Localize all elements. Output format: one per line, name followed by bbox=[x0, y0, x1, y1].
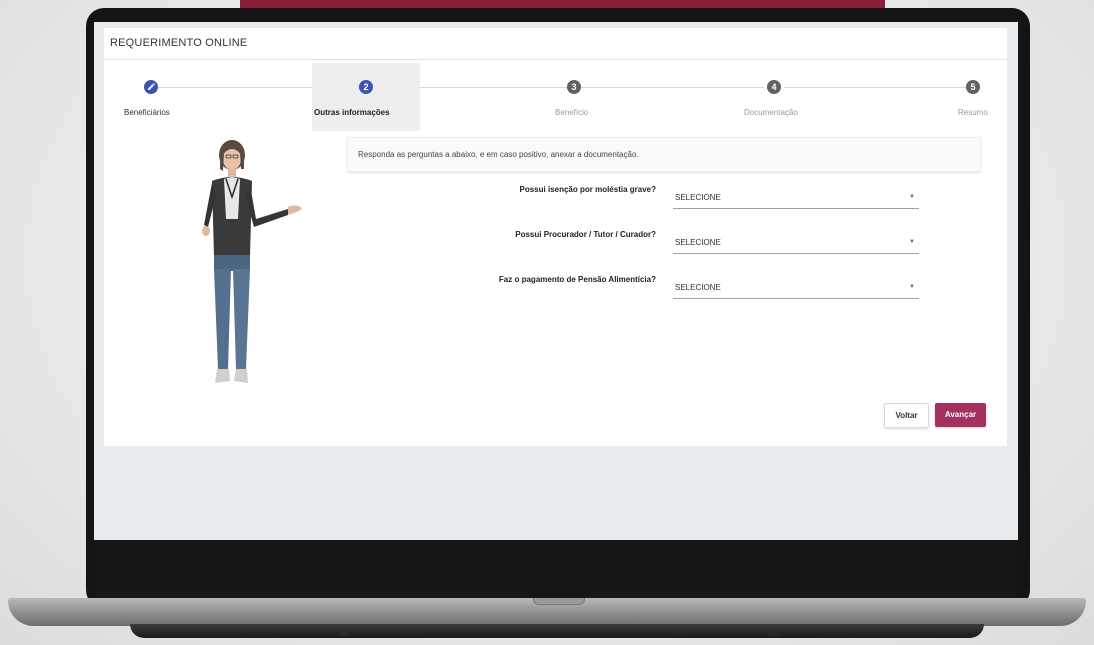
caret-down-icon: ▼ bbox=[909, 239, 915, 245]
screen-bezel-bottom bbox=[94, 540, 1018, 598]
caret-down-icon: ▼ bbox=[909, 284, 915, 290]
laptop-notch bbox=[533, 598, 585, 605]
step-beneficio[interactable]: 3 Benefício bbox=[534, 63, 614, 131]
step-number: 4 bbox=[767, 80, 781, 94]
step-number: 5 bbox=[966, 80, 980, 94]
molestia-select[interactable]: SELECIONE ▼ bbox=[673, 188, 919, 209]
back-button[interactable]: Voltar bbox=[884, 403, 929, 428]
page-title: REQUERIMENTO ONLINE bbox=[110, 37, 248, 49]
pensao-select[interactable]: SELECIONE ▼ bbox=[673, 278, 919, 299]
laptop-screen: REQUERIMENTO ONLINE Beneficiários 2 Outr… bbox=[94, 22, 1018, 540]
laptop-foot bbox=[768, 632, 778, 636]
step-documentacao[interactable]: 4 Documentação bbox=[734, 63, 814, 131]
select-value: SELECIONE bbox=[675, 238, 721, 247]
step-label: Outras informações bbox=[314, 108, 390, 117]
step-label: Beneficiários bbox=[124, 108, 170, 117]
laptop-base-shadow bbox=[130, 624, 984, 638]
question-procurador-label: Possui Procurador / Tutor / Curador? bbox=[515, 230, 656, 239]
laptop-foot bbox=[338, 632, 348, 636]
pencil-icon bbox=[144, 80, 158, 94]
step-number: 2 bbox=[359, 80, 373, 94]
step-outras-informacoes[interactable]: 2 Outras informações bbox=[312, 63, 420, 131]
main-card: REQUERIMENTO ONLINE Beneficiários 2 Outr… bbox=[104, 28, 1007, 446]
step-resumo[interactable]: 5 Resumo bbox=[944, 63, 1007, 131]
select-value: SELECIONE bbox=[675, 283, 721, 292]
question-molestia-label: Possui isenção por moléstia grave? bbox=[519, 185, 657, 194]
question-pensao-label: Faz o pagamento de Pensão Alimentícia? bbox=[498, 275, 656, 284]
select-value: SELECIONE bbox=[675, 193, 721, 202]
assistant-avatar bbox=[202, 140, 302, 383]
next-button[interactable]: Avançar bbox=[935, 403, 986, 427]
instructions-alert: Responda as perguntas a abaixo, e em cas… bbox=[347, 137, 981, 172]
step-beneficiarios[interactable]: Beneficiários bbox=[104, 63, 204, 131]
step-number: 3 bbox=[567, 80, 581, 94]
caret-down-icon: ▼ bbox=[909, 194, 915, 200]
step-label: Resumo bbox=[958, 108, 988, 117]
procurador-select[interactable]: SELECIONE ▼ bbox=[673, 233, 919, 254]
step-label: Benefício bbox=[555, 108, 589, 117]
title-divider bbox=[104, 59, 1007, 60]
instructions-text: Responda as perguntas a abaixo, e em cas… bbox=[358, 150, 639, 159]
stepper: Beneficiários 2 Outras informações 3 Ben… bbox=[104, 63, 1007, 133]
step-label: Documentação bbox=[744, 108, 798, 117]
